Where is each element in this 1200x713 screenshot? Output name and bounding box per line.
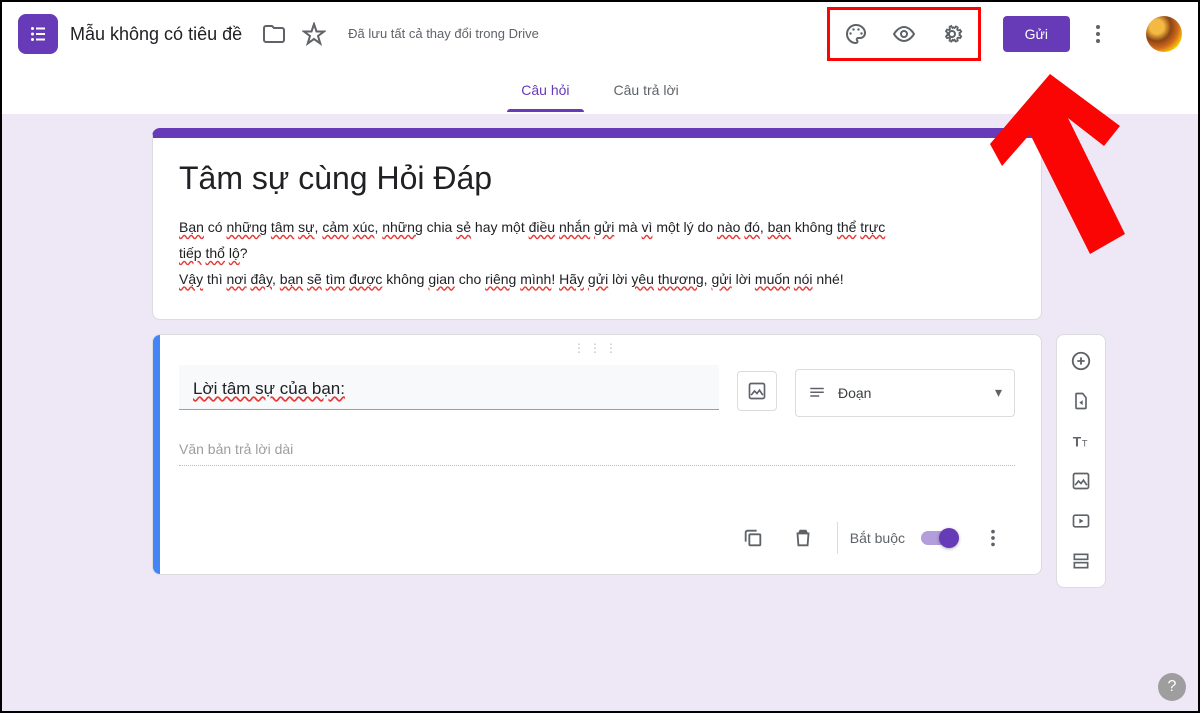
question-type-dropdown[interactable]: Đoạn ▾ [795,369,1015,417]
gear-icon[interactable] [932,14,972,54]
forms-logo[interactable] [18,14,58,54]
svg-text:T: T [1073,434,1082,449]
paragraph-icon [808,384,826,402]
duplicate-icon[interactable] [731,516,775,560]
chevron-down-icon: ▾ [995,384,1002,401]
add-image-icon[interactable] [737,371,777,411]
folder-icon[interactable] [254,14,294,54]
add-video-icon[interactable] [1063,503,1099,539]
required-toggle[interactable] [921,531,957,545]
question-footer: Bắt buộc [179,506,1015,560]
tab-responses[interactable]: Câu trả lời [610,68,683,112]
more-icon[interactable] [1078,14,1118,54]
drag-handle-icon[interactable]: ⋮⋮⋮ [179,341,1015,355]
question-type-label: Đoạn [838,385,871,401]
app-header: Mẫu không có tiêu đề Đã lưu tất cả thay … [2,2,1198,66]
form-header-card[interactable]: Tâm sự cùng Hỏi Đáp Bạn có những tâm sự,… [152,128,1042,320]
annotation-highlight [827,7,981,61]
eye-icon[interactable] [884,14,924,54]
tab-questions[interactable]: Câu hỏi [517,68,573,112]
floating-toolbar: TT [1056,334,1106,588]
send-button[interactable]: Gửi [1003,16,1070,52]
required-label: Bắt buộc [850,530,905,546]
question-card[interactable]: ⋮⋮⋮ Lời tâm sự của bạn: Đoạn ▾ Văn bản t… [152,334,1042,575]
add-title-icon[interactable]: TT [1063,423,1099,459]
save-status: Đã lưu tất cả thay đổi trong Drive [348,26,539,43]
help-icon[interactable]: ? [1158,673,1186,701]
annotation-arrow [960,74,1140,264]
delete-icon[interactable] [781,516,825,560]
question-more-icon[interactable] [971,516,1015,560]
question-title-input[interactable]: Lời tâm sự của bạn: [179,365,719,410]
import-question-icon[interactable] [1063,383,1099,419]
form-description[interactable]: Bạn có những tâm sự, cảm xúc, những chia… [179,215,1015,293]
svg-text:T: T [1082,438,1088,448]
add-section-icon[interactable] [1063,543,1099,579]
add-question-icon[interactable] [1063,343,1099,379]
add-image-toolbar-icon[interactable] [1063,463,1099,499]
form-title[interactable]: Tâm sự cùng Hỏi Đáp [179,160,1015,197]
star-icon[interactable] [294,14,334,54]
answer-placeholder: Văn bản trả lời dài [179,441,1015,466]
avatar[interactable] [1146,16,1182,52]
header-actions: Gửi [827,7,1182,61]
palette-icon[interactable] [836,14,876,54]
document-title[interactable]: Mẫu không có tiêu đề [70,24,242,45]
divider [837,522,838,554]
